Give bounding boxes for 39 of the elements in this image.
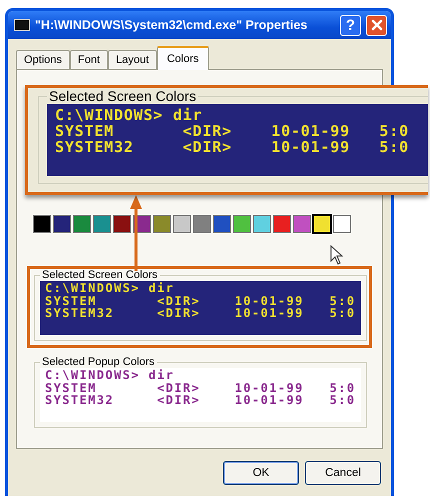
- color-swatch[interactable]: [113, 215, 131, 233]
- color-swatch[interactable]: [213, 215, 231, 233]
- color-swatch[interactable]: [73, 215, 91, 233]
- cancel-button[interactable]: Cancel: [305, 461, 381, 485]
- preview-line: SYSTEM <DIR> 10-01-99 5:0: [55, 123, 409, 139]
- preview-line: SYSTEM32 <DIR> 10-01-99 5:0: [45, 307, 356, 320]
- mouse-pointer-icon: [330, 245, 344, 265]
- tab[interactable]: Options: [16, 50, 70, 69]
- group-label: Selected Popup Colors: [41, 356, 156, 368]
- color-swatch[interactable]: [313, 215, 331, 233]
- color-swatch[interactable]: [233, 215, 251, 233]
- preview-line: SYSTEM <DIR> 10-01-99 5:0: [45, 294, 356, 307]
- color-swatch[interactable]: [93, 215, 111, 233]
- window-title: "H:\WINDOWS\System32\cmd.exe" Properties: [35, 18, 308, 32]
- preview-line: C:\WINDOWS> dir: [55, 107, 202, 123]
- color-swatch[interactable]: [33, 215, 51, 233]
- color-swatch[interactable]: [193, 215, 211, 233]
- tab[interactable]: Colors: [156, 46, 209, 70]
- tab[interactable]: Font: [70, 50, 108, 69]
- close-icon: [370, 18, 384, 32]
- group-label: Selected Screen Colors: [41, 269, 159, 281]
- color-swatch[interactable]: [53, 215, 71, 233]
- ok-button[interactable]: OK: [223, 461, 299, 485]
- color-swatch[interactable]: [273, 215, 291, 233]
- preview-line: SYSTEM <DIR> 10-01-99 5:0: [45, 382, 356, 394]
- tab[interactable]: Layout: [108, 50, 157, 69]
- close-button[interactable]: [366, 14, 387, 36]
- preview-line: C:\WINDOWS> dir: [45, 282, 174, 294]
- preview-line: SYSTEM32 <DIR> 10-01-99 5:0: [55, 139, 409, 155]
- preview-line: C:\WINDOWS> dir: [45, 369, 174, 382]
- preview-line: SYSTEM32 <DIR> 10-01-99 5:0: [45, 394, 356, 406]
- group-label: Selected Screen Colors: [48, 88, 198, 104]
- console-icon: [14, 19, 30, 31]
- color-swatch[interactable]: [173, 215, 191, 233]
- color-swatch[interactable]: [293, 215, 311, 233]
- color-swatch[interactable]: [153, 215, 171, 233]
- color-swatch[interactable]: [333, 215, 351, 233]
- color-swatch[interactable]: [253, 215, 271, 233]
- help-button[interactable]: ?: [340, 14, 361, 36]
